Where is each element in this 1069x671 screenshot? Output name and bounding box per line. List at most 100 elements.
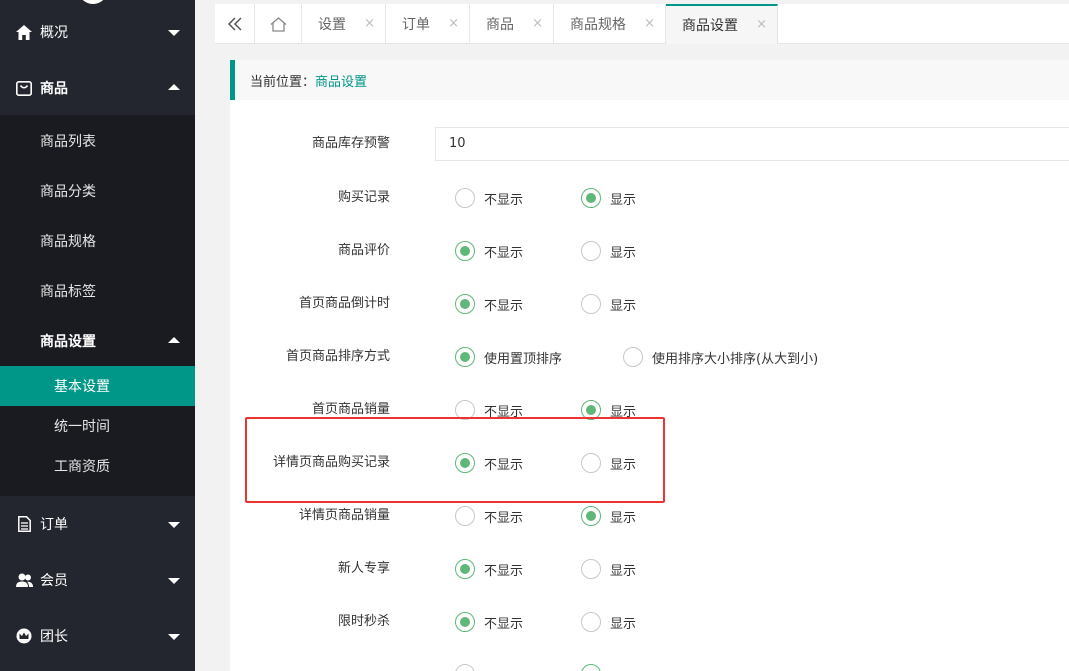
radio-label: 显示 [610, 563, 637, 579]
radio-circle [455, 664, 475, 671]
nav-members[interactable]: 会员 [0, 552, 195, 608]
field-label: 限时秒杀 [337, 614, 390, 629]
radio-circle [623, 347, 643, 367]
tab-goods-spec[interactable]: 商品规格 × [554, 4, 666, 44]
radio-label: 不显示 [484, 563, 524, 579]
radio-option-2[interactable]: 显示 [581, 284, 636, 324]
radio-label: 显示 [610, 245, 637, 261]
radio-label: 显示 [610, 192, 637, 208]
home-outline-icon [270, 16, 286, 32]
nav-overview[interactable]: 概况 [0, 4, 195, 60]
radio-option-1[interactable]: 不显示 [455, 178, 523, 218]
chevron-down-icon [168, 578, 180, 584]
sidebar-item-business-qualification[interactable]: 工商资质 [0, 446, 195, 486]
goods-submenu: 商品列表 商品分类 商品规格 商品标签 商品设置 基本设置 统一时间 工商资质 [0, 115, 195, 496]
tab-orders[interactable]: 订单 × [386, 4, 470, 44]
field-label: 首页商品排序方式 [285, 349, 390, 364]
crown-icon [15, 627, 33, 645]
radio-option-1[interactable]: 使用置顶排序 [455, 337, 562, 377]
radio-option-1[interactable]: 不显示 [455, 231, 523, 271]
tab-bar: 设置 × 订单 × 商品 × 商品规格 × 商品设置 × [215, 4, 1069, 44]
form-row-purchase-records: 购买记录 不显示 显示 [230, 178, 1069, 218]
radio-label: 显示 [610, 298, 637, 314]
radio-circle [581, 241, 601, 261]
tab-goods-settings[interactable]: 商品设置 × [666, 4, 778, 44]
sidebar-item-label: 统一时间 [54, 419, 110, 435]
field-label: 新人专享 [337, 561, 390, 576]
collapse-sidebar-button[interactable] [215, 4, 255, 44]
radio-option-2[interactable]: 显示 [581, 549, 636, 589]
breadcrumb-current[interactable]: 商品设置 [315, 71, 367, 90]
nav-leaders[interactable]: 团长 [0, 608, 195, 664]
radio-option-1[interactable]: 不显示 [455, 284, 523, 324]
sidebar-item-label: 工商资质 [54, 459, 110, 475]
close-icon[interactable]: × [756, 17, 767, 33]
sidebar-item-basic-settings[interactable]: 基本设置 [0, 366, 195, 406]
radio-circle [581, 559, 601, 579]
field-label: 商品库存预警 [311, 136, 390, 151]
tab-goods[interactable]: 商品 × [470, 4, 554, 44]
chevron-down-icon [168, 634, 180, 640]
radio-option-2[interactable]: 显示 [581, 231, 636, 271]
tab-label: 商品规格 [570, 17, 626, 33]
sidebar: 概况 商品 商品列表 商品分类 商品规格 商品标签 商品设置 基本设置 统一时间… [0, 0, 195, 671]
radio-circle [581, 188, 601, 208]
sidebar-item-label: 商品规格 [40, 234, 96, 250]
tab-label: 商品设置 [682, 18, 738, 34]
close-icon[interactable]: × [364, 16, 375, 32]
stock-warning-input[interactable]: 10 [435, 127, 1069, 161]
radio-label: 不显示 [484, 616, 524, 632]
close-icon[interactable]: × [644, 16, 655, 32]
tab-label: 订单 [402, 17, 430, 33]
nav-label: 概况 [40, 25, 68, 41]
radio-circle [455, 241, 475, 261]
tab-label: 设置 [318, 17, 346, 33]
sidebar-item-label: 商品分类 [40, 184, 96, 200]
radio-circle [455, 294, 475, 314]
radio-circle [455, 188, 475, 208]
nav-label: 商品 [40, 81, 68, 97]
radio-label: 不显示 [484, 245, 524, 261]
radio-circle [581, 294, 601, 314]
close-icon[interactable]: × [532, 16, 543, 32]
radio-label: 显示 [610, 510, 637, 526]
radio-option-2[interactable]: 显示 [581, 178, 636, 218]
sidebar-item-unified-time[interactable]: 统一时间 [0, 406, 195, 446]
radio-option-1[interactable]: 不显示 [455, 549, 523, 589]
close-icon[interactable]: × [448, 16, 459, 32]
radio-option-1[interactable]: 不显示 [455, 602, 523, 642]
radio-circle [455, 347, 475, 367]
tab-label: 商品 [486, 17, 514, 33]
sidebar-item-goods-settings[interactable]: 商品设置 [0, 316, 195, 366]
sidebar-item-goods-category[interactable]: 商品分类 [0, 166, 195, 216]
radio-option-2[interactable]: 使用排序大小排序(从大到小) [623, 337, 818, 377]
highlight-box [245, 417, 665, 503]
sidebar-item-goods-list[interactable]: 商品列表 [0, 116, 195, 166]
document-icon [15, 515, 33, 533]
field-label: 购买记录 [337, 190, 390, 205]
breadcrumb: 当前位置： 商品设置 [230, 60, 1069, 100]
radio-label: 使用置顶排序 [484, 351, 563, 367]
chevron-up-icon [168, 337, 180, 343]
sidebar-item-goods-tag[interactable]: 商品标签 [0, 266, 195, 316]
form-row-new-user: 新人专享 不显示 显示 [230, 549, 1069, 589]
radio-circle [455, 559, 475, 579]
breadcrumb-prefix: 当前位置： [250, 74, 316, 90]
radio-label: 显示 [610, 616, 637, 632]
radio-circle [455, 612, 475, 632]
form-row-goods-reviews: 商品评价 不显示 显示 [230, 231, 1069, 271]
tab-settings[interactable]: 设置 × [302, 4, 386, 44]
radio-option-2[interactable]: 显示 [581, 602, 636, 642]
shopping-bag-icon [15, 79, 33, 97]
tab-home[interactable] [255, 4, 302, 44]
chevron-down-icon [168, 522, 180, 528]
nav-label: 团长 [40, 629, 68, 645]
chevron-up-icon [168, 84, 180, 90]
nav-goods[interactable]: 商品 [0, 60, 195, 116]
nav-label: 会员 [40, 573, 68, 589]
sidebar-item-label: 商品标签 [40, 284, 96, 300]
radio-circle [581, 612, 601, 632]
nav-orders[interactable]: 订单 [0, 496, 195, 552]
double-chevron-left-icon [227, 17, 242, 31]
sidebar-item-goods-spec[interactable]: 商品规格 [0, 216, 195, 266]
